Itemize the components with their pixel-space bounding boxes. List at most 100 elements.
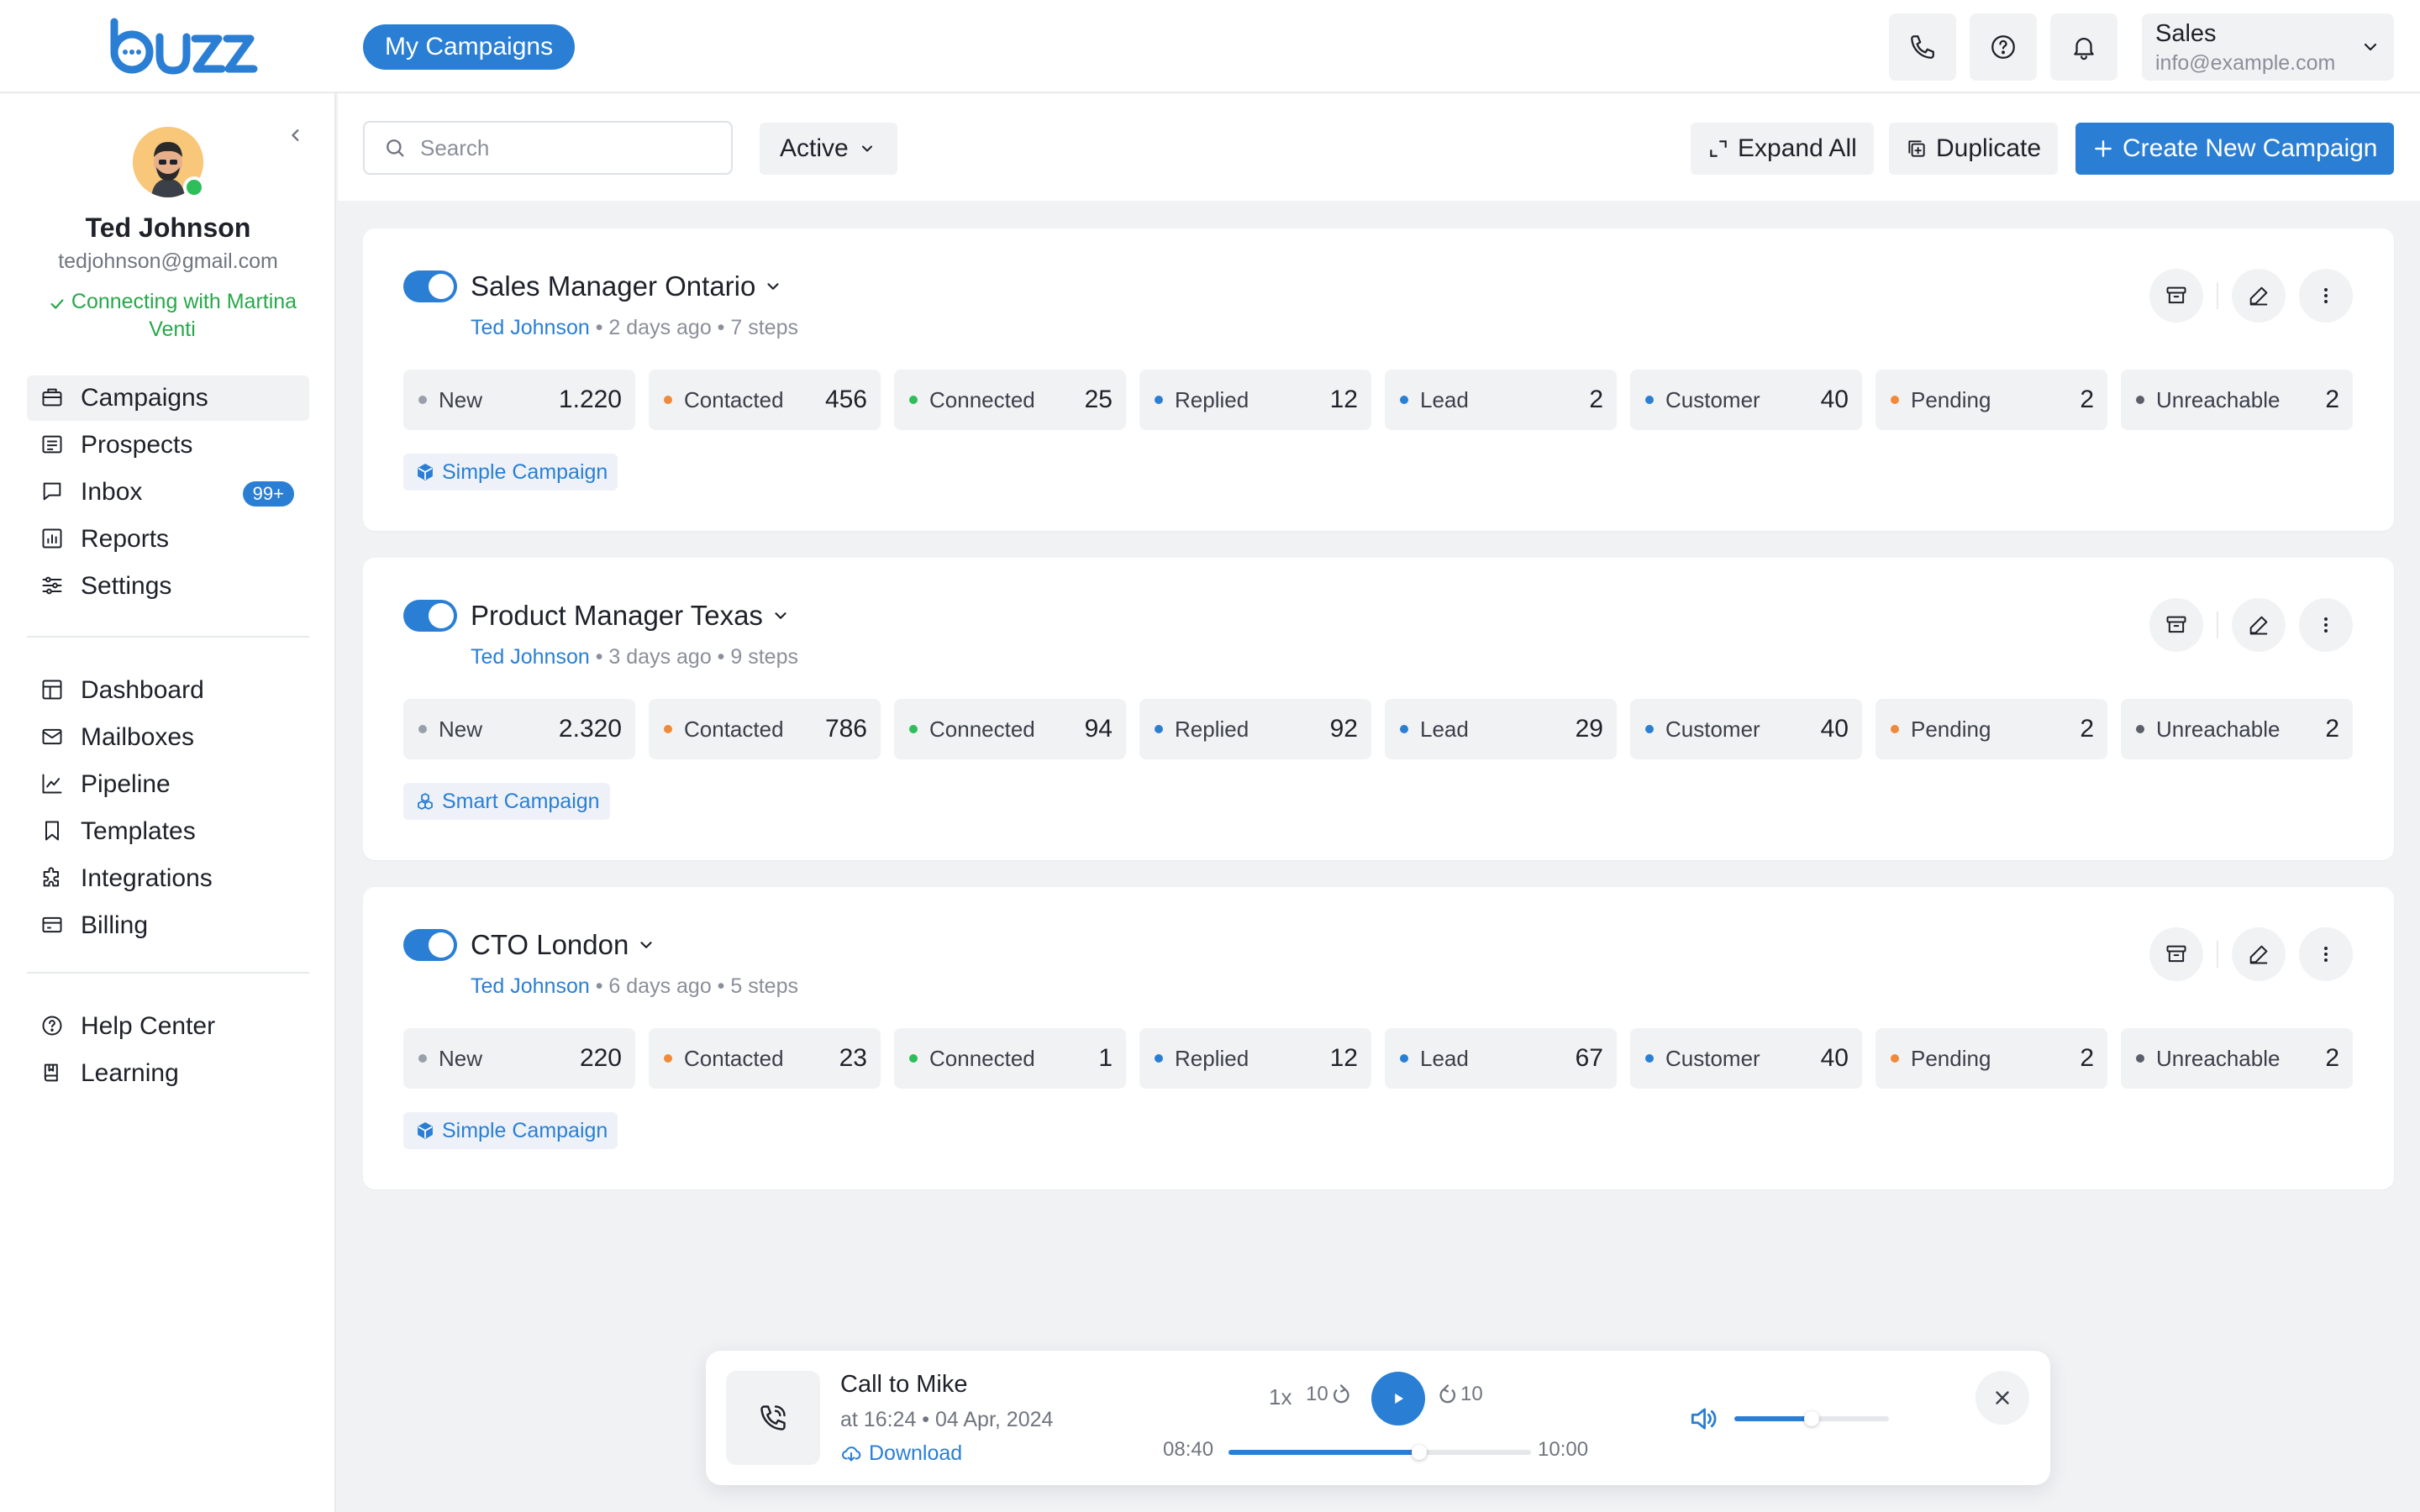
sidebar-item-dashboard[interactable]: Dashboard xyxy=(27,668,309,713)
stat-connected[interactable]: Connected 25 xyxy=(894,370,1126,430)
status-filter-dropdown[interactable]: Active xyxy=(760,123,897,175)
sidebar-item-pipeline[interactable]: Pipeline xyxy=(27,762,309,807)
help-circle-icon xyxy=(40,1014,66,1039)
stat-connected[interactable]: Connected 1 xyxy=(894,1028,1126,1089)
stat-contacted[interactable]: Contacted 23 xyxy=(649,1028,881,1089)
stat-new[interactable]: New 220 xyxy=(403,1028,635,1089)
campaign-stats: New 2.320 Contacted 786 Connected 94 Replied 92… xyxy=(403,699,2366,759)
close-player-button[interactable] xyxy=(1975,1371,2029,1425)
stat-customer[interactable]: Customer 40 xyxy=(1630,370,1862,430)
archive-button[interactable] xyxy=(2149,927,2203,981)
campaign-title[interactable]: Sales Manager Ontario xyxy=(471,270,782,302)
layout-icon xyxy=(40,678,66,703)
status-dot xyxy=(909,725,918,733)
stat-contacted[interactable]: Contacted 786 xyxy=(649,699,881,759)
stat-contacted[interactable]: Contacted 456 xyxy=(649,370,881,430)
more-vertical-icon xyxy=(2314,942,2338,966)
sidebar-item-campaigns[interactable]: Campaigns xyxy=(27,375,309,421)
stat-pending[interactable]: Pending 2 xyxy=(1876,1028,2107,1089)
stat-unreachable[interactable]: Unreachable 2 xyxy=(2121,1028,2353,1089)
campaign-toggle[interactable] xyxy=(403,929,457,961)
more-options-button[interactable] xyxy=(2299,927,2353,981)
campaign-age-steps: • 3 days ago • 9 steps xyxy=(589,645,798,669)
sidebar-item-learning[interactable]: Learning xyxy=(27,1051,309,1096)
archive-button[interactable] xyxy=(2149,598,2203,652)
skip-back-button[interactable]: 10 xyxy=(1306,1383,1352,1406)
current-time: 08:40 xyxy=(1163,1438,1214,1461)
sidebar-item-templates[interactable]: Templates xyxy=(27,809,309,854)
stat-pending[interactable]: Pending 2 xyxy=(1876,370,2107,430)
stat-replied[interactable]: Replied 12 xyxy=(1139,370,1371,430)
my-campaigns-tab[interactable]: My Campaigns xyxy=(363,24,576,70)
sidebar-item-settings[interactable]: Settings xyxy=(27,564,309,609)
phone-call-icon xyxy=(758,1403,788,1433)
campaign-title[interactable]: Product Manager Texas xyxy=(471,600,790,632)
campaign-toggle[interactable] xyxy=(403,600,457,632)
playback-speed[interactable]: 1x xyxy=(1269,1384,1292,1410)
edit-button[interactable] xyxy=(2232,269,2286,323)
stat-replied[interactable]: Replied 12 xyxy=(1139,1028,1371,1089)
duplicate-button[interactable]: Duplicate xyxy=(1889,123,2059,175)
progress-handle[interactable] xyxy=(1411,1445,1427,1460)
volume-handle[interactable] xyxy=(1804,1411,1819,1426)
campaign-toolbar: Search Active Expand All Duplicate Creat… xyxy=(338,93,2420,201)
sidebar-item-inbox[interactable]: Inbox 99+ xyxy=(27,470,309,515)
stat-pending[interactable]: Pending 2 xyxy=(1876,699,2107,759)
phone-button[interactable] xyxy=(1889,13,1956,81)
sidebar-item-prospects[interactable]: Prospects xyxy=(27,423,309,468)
stat-unreachable[interactable]: Unreachable 2 xyxy=(2121,699,2353,759)
campaign-author-link[interactable]: Ted Johnson xyxy=(471,974,590,998)
expand-all-label: Expand All xyxy=(1738,134,1857,162)
status-dot xyxy=(2136,1054,2144,1063)
expand-all-button[interactable]: Expand All xyxy=(1691,123,1874,175)
download-link[interactable]: Download xyxy=(840,1441,962,1466)
sidebar-item-billing[interactable]: Billing xyxy=(27,903,309,948)
campaign-title[interactable]: CTO London xyxy=(471,929,655,961)
search-input[interactable]: Search xyxy=(363,121,733,175)
progress-track[interactable] xyxy=(1228,1445,1531,1460)
create-campaign-button[interactable]: Create New Campaign xyxy=(2075,123,2395,175)
play-button[interactable] xyxy=(1371,1372,1425,1425)
call-recording-player: Call to Mike at 16:24 • 04 Apr, 2024 Dow… xyxy=(706,1351,2050,1485)
more-options-button[interactable] xyxy=(2299,598,2353,652)
collapse-sidebar-icon[interactable] xyxy=(284,123,308,147)
edit-button[interactable] xyxy=(2232,927,2286,981)
stat-new[interactable]: New 1.220 xyxy=(403,370,635,430)
volume-icon[interactable] xyxy=(1687,1403,1719,1435)
sidebar-item-reports[interactable]: Reports xyxy=(27,517,309,562)
stat-new[interactable]: New 2.320 xyxy=(403,699,635,759)
inbox-count-badge: 99+ xyxy=(242,481,294,507)
stat-customer[interactable]: Customer 40 xyxy=(1630,699,1862,759)
campaign-author-link[interactable]: Ted Johnson xyxy=(471,645,590,669)
campaign-age-steps: • 6 days ago • 5 steps xyxy=(589,974,798,998)
stat-unreachable[interactable]: Unreachable 2 xyxy=(2121,370,2353,430)
stat-label: Customer xyxy=(1665,716,1760,742)
status-dot xyxy=(1400,1054,1408,1063)
archive-button[interactable] xyxy=(2149,269,2203,323)
notifications-button[interactable] xyxy=(2050,13,2118,81)
stat-value: 40 xyxy=(1820,715,1849,743)
account-switcher[interactable]: Sales info@example.com xyxy=(2142,13,2394,81)
stat-lead[interactable]: Lead 2 xyxy=(1385,370,1617,430)
status-dot xyxy=(1891,1054,1899,1063)
stat-value: 2 xyxy=(2080,1044,2094,1072)
sidebar-item-integrations[interactable]: Integrations xyxy=(27,856,309,901)
help-button[interactable] xyxy=(1970,13,2037,81)
stat-label: Connected xyxy=(929,386,1035,412)
sidebar-item-mailboxes[interactable]: Mailboxes xyxy=(27,715,309,760)
stat-connected[interactable]: Connected 94 xyxy=(894,699,1126,759)
more-options-button[interactable] xyxy=(2299,269,2353,323)
sidebar-item-help-center[interactable]: Help Center xyxy=(27,1004,309,1049)
stat-replied[interactable]: Replied 92 xyxy=(1139,699,1371,759)
volume-slider[interactable] xyxy=(1734,1411,1889,1426)
search-icon xyxy=(383,136,420,160)
campaign-author-link[interactable]: Ted Johnson xyxy=(471,316,590,339)
campaign-toggle[interactable] xyxy=(403,270,457,302)
buzz-logo[interactable] xyxy=(108,17,259,77)
status-dot xyxy=(1400,396,1408,404)
edit-button[interactable] xyxy=(2232,598,2286,652)
stat-lead[interactable]: Lead 67 xyxy=(1385,1028,1617,1089)
skip-forward-button[interactable]: 10 xyxy=(1437,1383,1483,1406)
stat-lead[interactable]: Lead 29 xyxy=(1385,699,1617,759)
stat-customer[interactable]: Customer 40 xyxy=(1630,1028,1862,1089)
